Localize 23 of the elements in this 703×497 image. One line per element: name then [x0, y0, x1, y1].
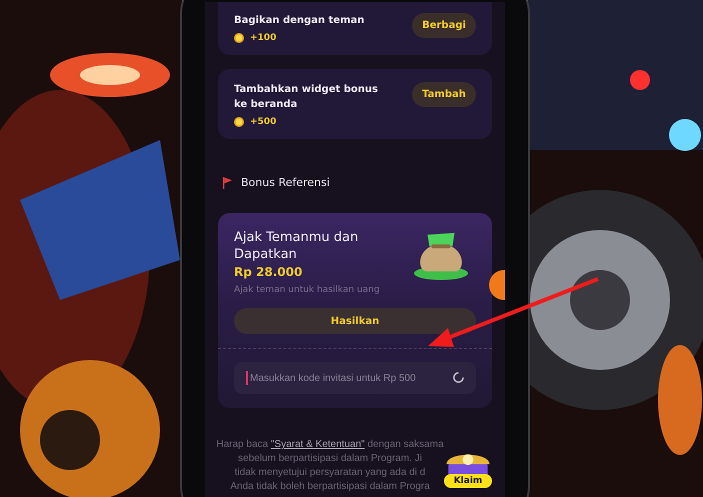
terms-text: tidak menyetujui persyaratan yang ada di d	[234, 466, 426, 480]
loading-spinner-icon	[453, 372, 464, 383]
text-cursor-icon	[246, 371, 248, 385]
earn-button[interactable]: Hasilkan	[234, 308, 476, 334]
section-title: Bonus Referensi	[241, 175, 330, 191]
input-field[interactable]: Masukkan kode invitasi untuk Rp 500	[234, 362, 476, 394]
task-title: Tambahkan widget bonus ke beranda	[234, 83, 379, 112]
coin-icon	[234, 117, 244, 127]
reward-amount: +100	[250, 33, 276, 43]
terms-text: sebelum berpartisipasi dalam Program. Ji	[238, 452, 422, 466]
claim-button[interactable]: Klaim	[444, 474, 492, 488]
terms-link[interactable]: "Syarat & Ketentuan"	[270, 439, 365, 450]
terms-text: Harap baca "Syarat & Ketentuan" dengan saksama	[216, 438, 444, 452]
reward-amount: Rp 28.000	[234, 264, 304, 281]
task-title: Bagikan dengan teman	[234, 14, 366, 28]
referral-title: Ajak Temanmu dan Dapatkan	[234, 229, 360, 263]
referral-subtitle: Ajak teman untuk hasilkan uang	[234, 284, 381, 297]
flag-icon	[222, 177, 233, 189]
task-button[interactable]: Berbagi	[412, 13, 476, 38]
terms-text: Anda tidak boleh berpartisipasi dalam Progra	[230, 480, 430, 494]
coin-icon	[234, 33, 244, 43]
reward-amount: +500	[250, 117, 276, 127]
task-button[interactable]: Tambah	[412, 82, 476, 107]
